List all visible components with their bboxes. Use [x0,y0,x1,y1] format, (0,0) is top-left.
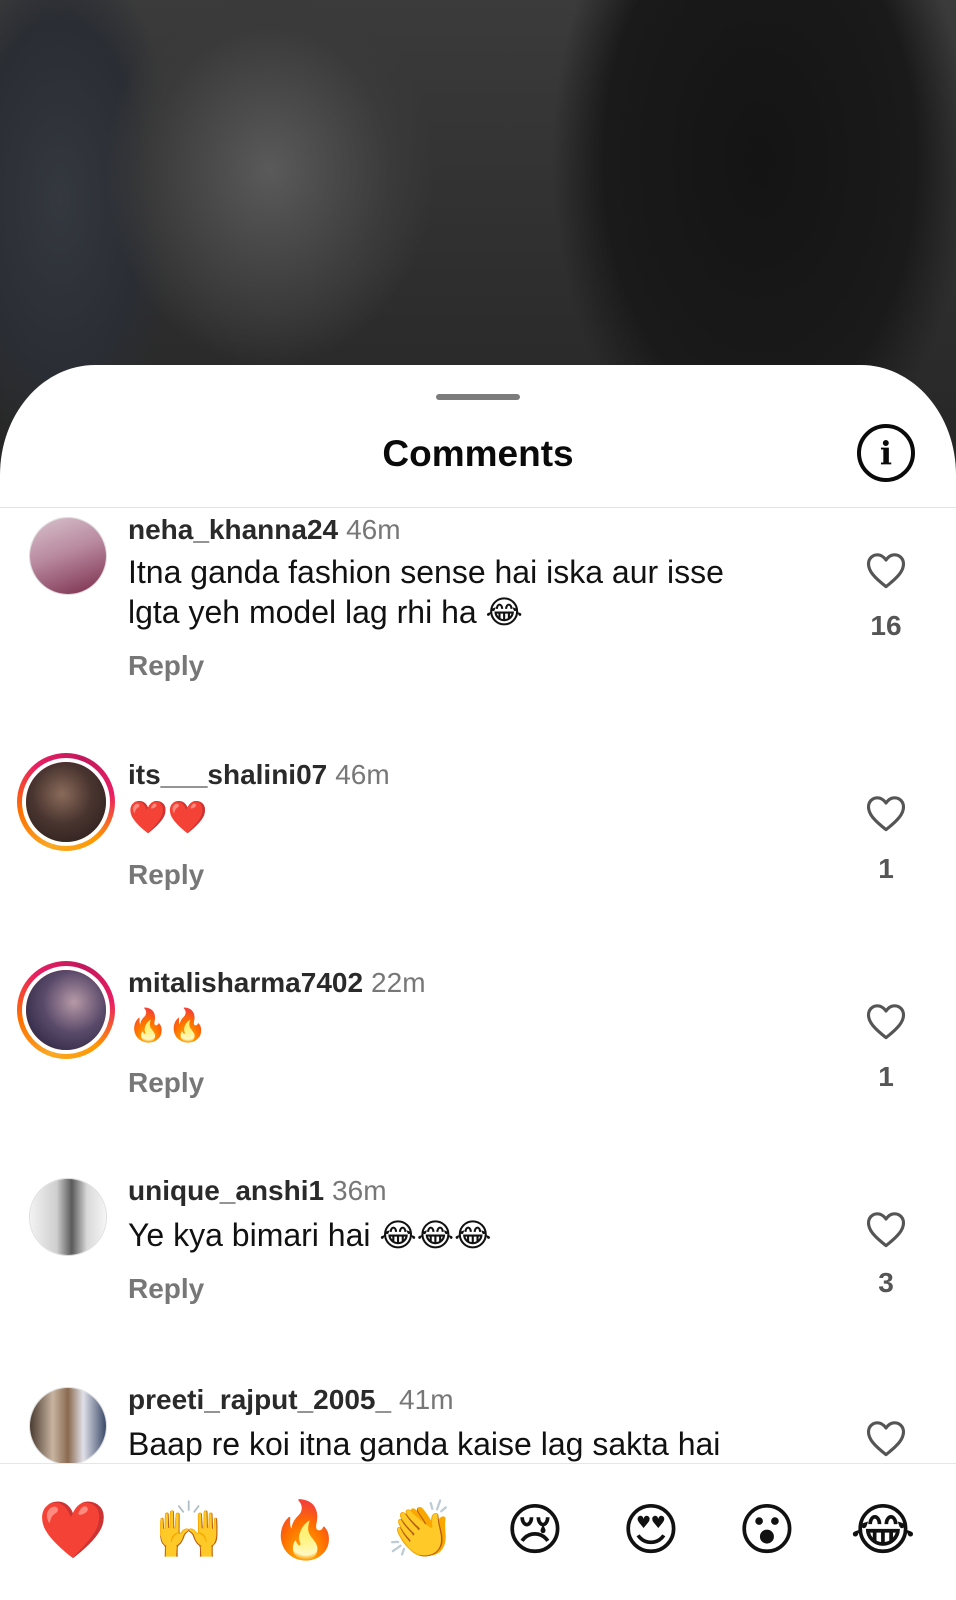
quick-reaction-bar: ❤️ 🙌 🔥 👏 😢 😍 😮 😂 [0,1463,956,1600]
reaction-crying[interactable]: 😢 [502,1498,568,1564]
like-count: 16 [870,610,902,641]
reply-button[interactable]: Reply [128,1067,204,1099]
reaction-heart-eyes[interactable]: 😍 [618,1498,684,1564]
reaction-fire[interactable]: 🔥 [270,1498,340,1564]
comment-username[interactable]: neha_khanna24 46m [128,514,401,546]
avatar[interactable] [17,753,115,851]
reply-button[interactable]: Reply [128,650,204,682]
heart-outline-icon[interactable] [865,1418,907,1458]
reaction-clapping[interactable]: 👏 [386,1498,456,1564]
sheet-grabber[interactable] [436,394,520,400]
avatar[interactable] [29,1387,107,1465]
like-count: 1 [878,853,894,884]
reaction-raising-hands[interactable]: 🙌 [154,1498,224,1564]
avatar[interactable] [17,961,115,1059]
reaction-laughing[interactable]: 😂 [850,1498,916,1564]
comment-item: neha_khanna24 46m Itna ganda fashion sens… [0,508,956,708]
comment-time: 46m [335,759,390,790]
avatar[interactable] [29,517,107,595]
comment-username[interactable]: mitalisharma7402 22m [128,967,426,999]
comment-time: 36m [332,1175,387,1206]
comment-text: Itna ganda fashion sense hai iska aur is… [128,554,724,630]
comment-text: Ye kya bimari hai 😂😂😂 [128,1217,492,1253]
comment-text: Baap re koi itna ganda kaise lag sakta h… [128,1426,721,1462]
reply-button[interactable]: Reply [128,859,204,891]
comment-text: 🔥🔥 [128,1007,208,1043]
comment-item: its___shalini07 46m ❤️❤️ Reply 1 [0,753,956,953]
comments-sheet: Comments i neha_khanna24 46m Itna ganda f… [0,365,956,1600]
reaction-surprised[interactable]: 😮 [734,1498,800,1564]
heart-outline-icon[interactable] [865,1001,907,1041]
comment-item: unique_anshi1 36m Ye kya bimari hai 😂😂😂 R… [0,1169,956,1369]
info-icon[interactable]: i [857,424,915,482]
comment-time: 46m [346,514,401,545]
like-count: 1 [878,1061,894,1092]
heart-outline-icon[interactable] [865,793,907,833]
comment-text: ❤️❤️ [128,799,208,835]
heart-outline-icon[interactable] [865,1209,907,1249]
comment-time: 41m [399,1384,454,1415]
sheet-title: Comments [382,433,574,474]
heart-outline-icon[interactable] [865,550,907,590]
comment-list[interactable]: neha_khanna24 46m Itna ganda fashion sens… [0,508,956,1528]
comment-time: 22m [371,967,426,998]
reaction-heart[interactable]: ❤️ [38,1498,108,1564]
like-count: 3 [878,1267,894,1298]
comment-username[interactable]: its___shalini07 46m [128,759,390,791]
avatar[interactable] [29,1178,107,1256]
comment-username[interactable]: unique_anshi1 36m [128,1175,387,1207]
comment-username[interactable]: preeti_rajput_2005_ 41m [128,1384,454,1416]
comment-item: mitalisharma7402 22m 🔥🔥 Reply 1 [0,961,956,1161]
reply-button[interactable]: Reply [128,1273,204,1305]
